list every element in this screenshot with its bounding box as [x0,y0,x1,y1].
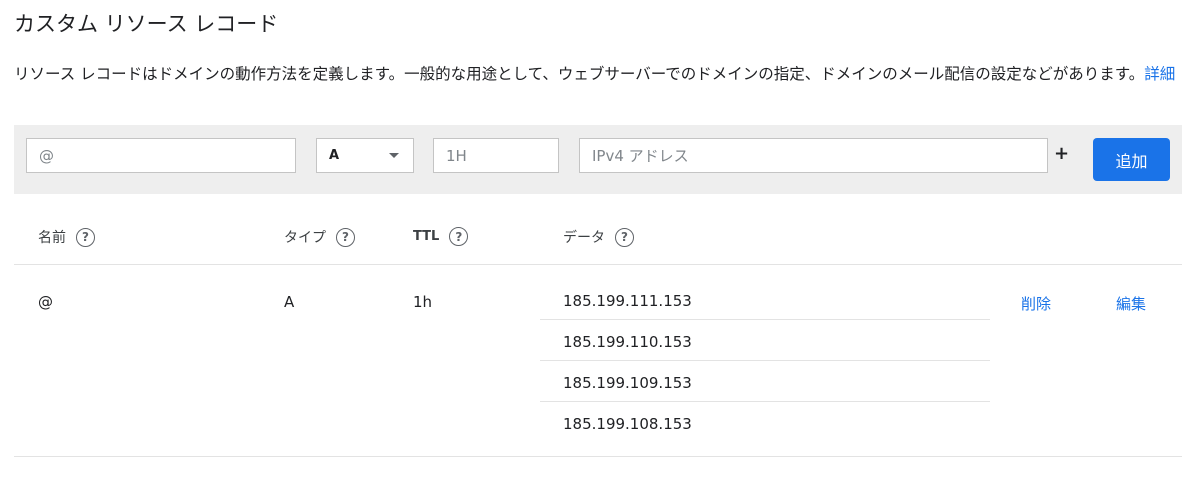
type-select-value: A [329,148,340,163]
chevron-down-icon [389,153,399,158]
record-data-item: 185.199.110.153 [563,333,692,351]
custom-resource-records-panel: カスタム リソース レコード リソース レコードはドメインの動作方法を定義します… [0,0,1200,481]
column-header-label: データ [563,230,605,246]
delete-button[interactable]: 削除 [1021,293,1051,314]
column-header-data: データ ? [563,227,634,247]
description: リソース レコードはドメインの動作方法を定義します。一般的な用途として、ウェブサ… [14,62,1190,86]
ipv4-address-input[interactable]: IPv4 アドレス [579,138,1048,173]
name-input[interactable]: @ [26,138,296,173]
add-button[interactable]: 追加 [1093,138,1170,181]
help-icon[interactable]: ? [76,227,95,247]
record-data-item: 185.199.108.153 [563,415,692,433]
column-header-label: 名前 [38,230,66,246]
add-data-field-icon[interactable]: + [1054,144,1069,164]
column-header-name: 名前 ? [38,227,95,247]
record-data-item: 185.199.111.153 [563,292,692,310]
description-text: リソース レコードはドメインの動作方法を定義します。一般的な用途として、ウェブサ… [14,65,1145,83]
help-icon[interactable]: ? [336,227,355,247]
type-select[interactable]: A [316,138,414,173]
help-icon[interactable]: ? [449,227,469,246]
column-header-ttl: TTL ? [413,227,469,246]
help-icon[interactable]: ? [615,227,634,247]
page-title: カスタム リソース レコード [14,12,279,36]
edit-button[interactable]: 編集 [1116,293,1146,314]
header-divider [14,264,1182,265]
add-record-form: @ A 1H IPv4 アドレス + 追加 [14,125,1182,194]
learn-more-link[interactable]: 詳細 [1144,65,1175,83]
record-name: @ [38,293,53,311]
column-header-label: TTL [413,229,440,244]
column-header-type: タイプ ? [284,227,355,247]
record-type: A [284,293,295,311]
record-data-item: 185.199.109.153 [563,374,692,392]
data-divider [540,401,990,402]
column-header-label: タイプ [284,230,326,246]
data-divider [540,360,990,361]
row-divider [14,456,1182,457]
ttl-input[interactable]: 1H [433,138,559,173]
data-divider [540,319,990,320]
record-ttl: 1h [413,293,433,311]
